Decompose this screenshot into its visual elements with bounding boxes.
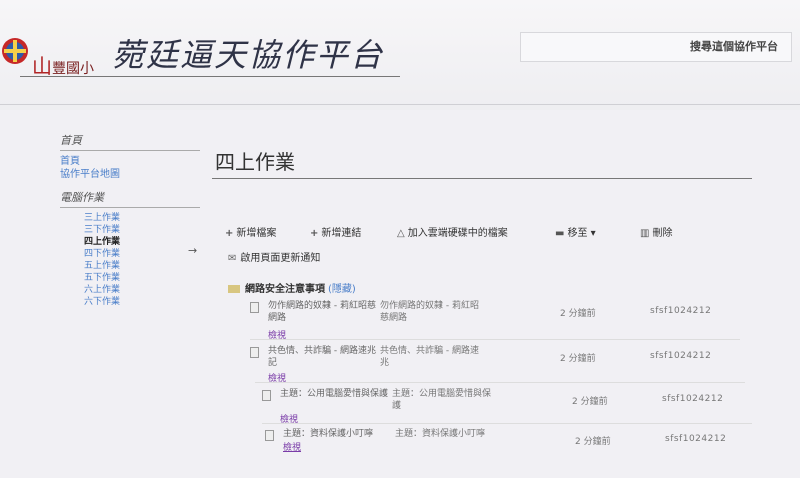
file-user: sfsf1024212	[662, 394, 724, 404]
file-user: sfsf1024212	[650, 351, 712, 361]
sidebar-item-grade6-first[interactable]: 六上作業	[60, 284, 200, 296]
folder-icon	[228, 285, 240, 293]
sidebar-item-grade4-second[interactable]: 四下作業	[60, 248, 200, 260]
file-row: 主題：資料保護小叮嚀 檢視 主題：資料保護小叮嚀 2 分鐘前 sfsf10242…	[265, 428, 745, 478]
folder-heading: 網路安全注意事項 (隱藏)	[228, 280, 356, 295]
trash-icon: ▥	[640, 228, 650, 239]
file-icon	[265, 430, 274, 441]
sidebar-home-heading: 首頁	[60, 132, 200, 151]
file-name: 共色情、共詐騙 - 網路速兆記	[268, 346, 376, 368]
header-divider	[0, 104, 800, 105]
sidebar-item-home[interactable]: 首頁	[60, 155, 200, 168]
file-time: 2 分鐘前	[560, 354, 596, 364]
new-file-button[interactable]: + 新增檔案	[225, 224, 276, 239]
move-to-button[interactable]: ▬ 移至 ▾	[555, 224, 596, 239]
page-title-divider	[212, 178, 752, 179]
site-title[interactable]: 菀廷逼天協作平台	[112, 30, 384, 76]
sidebar-item-grade4-first[interactable]: 四上作業	[60, 236, 200, 248]
delete-label: 刪除	[652, 228, 673, 239]
site-header: 山豐國小 菀廷逼天協作平台 搜尋這個協作平台	[0, 0, 800, 110]
row-divider	[255, 382, 745, 383]
file-user: sfsf1024212	[650, 306, 712, 316]
mail-icon: ✉	[228, 253, 237, 264]
sidebar: 首頁 首頁 協作平台地圖 電腦作業 三上作業 三下作業 四上作業 四下作業 五上…	[60, 132, 200, 308]
file-time: 2 分鐘前	[560, 309, 596, 319]
file-row: 勿作網路的奴隸 - 莉紅昭慈網路 檢視 勿作網路的奴隸 - 莉紅昭慈網路 2 分…	[250, 300, 730, 350]
chevron-down-icon: ▾	[587, 228, 596, 239]
plus-icon: +	[225, 228, 234, 239]
sidebar-work-heading: 電腦作業	[60, 189, 200, 208]
sidebar-item-grade5-first[interactable]: 五上作業	[60, 260, 200, 272]
delete-button[interactable]: ▥ 刪除	[640, 224, 672, 239]
file-description: 主題：資料保護小叮嚀	[395, 429, 486, 439]
file-toolbar: + 新增檔案 + 新增連結 △ 加入雲端硬碟中的檔案 ▬ 移至 ▾ ▥ 刪除	[225, 224, 705, 242]
row-divider	[262, 423, 752, 424]
school-name-rest: 豐國小	[52, 61, 94, 77]
file-time: 2 分鐘前	[575, 437, 611, 447]
file-icon	[250, 302, 259, 313]
school-name[interactable]: 山豐國小	[32, 50, 94, 79]
file-name: 主題：資料保護小叮嚀	[283, 429, 374, 439]
new-link-label: 新增連結	[321, 228, 362, 239]
school-name-first-char: 山	[32, 54, 52, 78]
folder-move-icon: ▬	[555, 228, 565, 239]
file-name: 勿作網路的奴隸 - 莉紅昭慈網路	[268, 301, 376, 323]
move-to-label: 移至	[567, 228, 588, 239]
drive-icon: △	[397, 228, 405, 239]
sidebar-item-grade3-second[interactable]: 三下作業	[60, 224, 200, 236]
file-name: 主題：公用電腦愛惜與保護	[280, 389, 389, 399]
folder-name: 網路安全注意事項	[245, 284, 325, 295]
new-link-button[interactable]: + 新增連結	[310, 224, 361, 239]
search-button[interactable]: 搜尋這個協作平台	[690, 38, 778, 54]
plus-icon: +	[310, 228, 319, 239]
new-file-label: 新增檔案	[236, 228, 277, 239]
file-icon	[262, 390, 271, 401]
file-description: 共色情、共詐騙 - 網路速兆	[380, 346, 479, 368]
view-link[interactable]: 檢視	[283, 440, 301, 453]
file-time: 2 分鐘前	[572, 397, 608, 407]
file-description: 勿作網路的奴隸 - 莉紅昭慈網路	[380, 301, 479, 323]
file-description: 主題：公用電腦愛惜與保護	[392, 389, 492, 411]
add-drive-file-label: 加入雲端硬碟中的檔案	[407, 228, 508, 239]
mouse-pointer-arrow-icon: →	[188, 244, 198, 257]
file-user: sfsf1024212	[665, 434, 727, 444]
sidebar-item-grade3-first[interactable]: 三上作業	[60, 212, 200, 224]
sidebar-item-grade6-second[interactable]: 六下作業	[60, 296, 200, 308]
notify-label: 啟用頁面更新通知	[240, 253, 321, 264]
school-emblem-icon[interactable]	[0, 36, 30, 66]
file-icon	[250, 347, 259, 358]
folder-hide-link[interactable]: (隱藏)	[328, 284, 356, 295]
title-divider	[20, 76, 400, 77]
sidebar-item-grade5-second[interactable]: 五下作業	[60, 272, 200, 284]
page-update-notification-button[interactable]: ✉ 啟用頁面更新通知	[228, 249, 320, 264]
sidebar-item-sitemap[interactable]: 協作平台地圖	[60, 168, 200, 181]
page-title: 四上作業	[215, 150, 295, 174]
add-drive-file-button[interactable]: △ 加入雲端硬碟中的檔案	[397, 224, 508, 239]
row-divider	[250, 339, 740, 340]
